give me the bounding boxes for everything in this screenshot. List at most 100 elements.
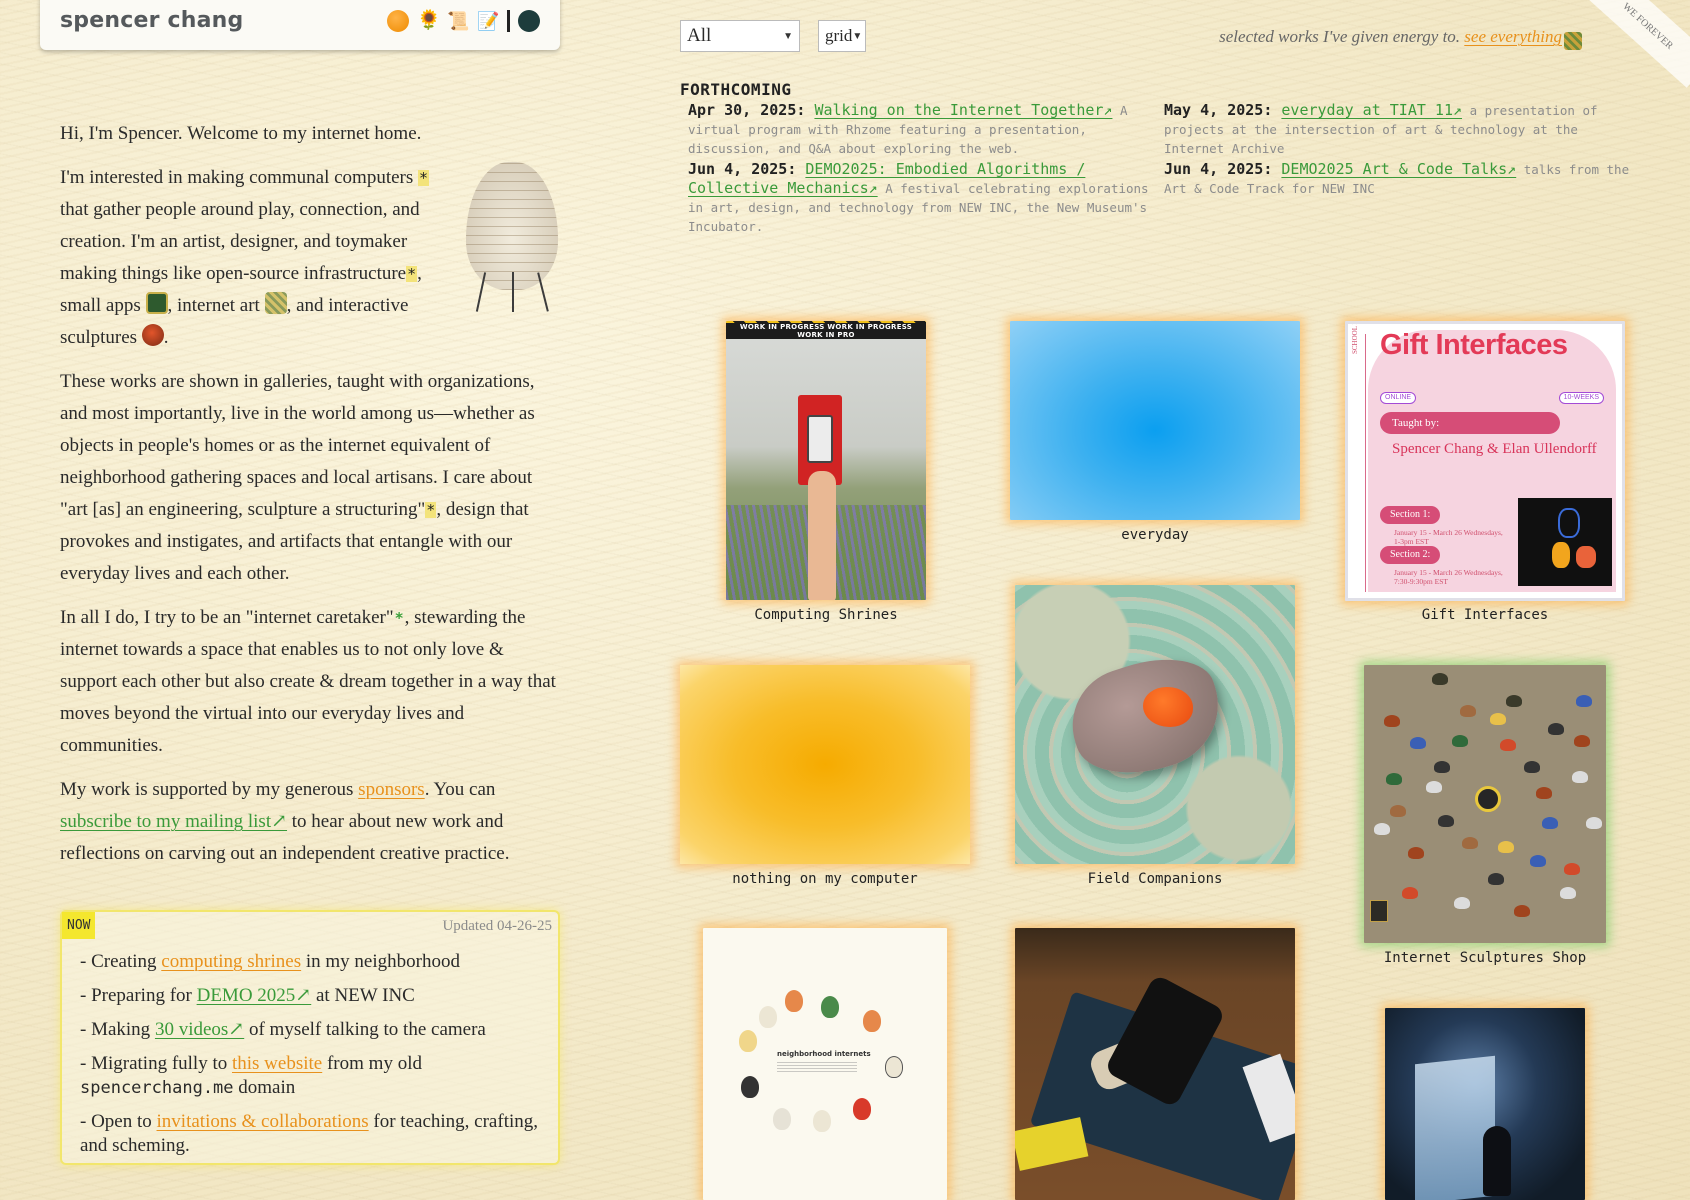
intro-text: . <box>163 327 169 348</box>
updated-date: Updated 04-26-25 <box>442 918 552 934</box>
intro-greeting: Hi, I'm Spencer. Welcome to my internet … <box>60 123 422 144</box>
neighborhood-internets-title: neighborhood internets <box>777 1050 871 1058</box>
now-item-text: at NEW INC <box>311 985 415 1006</box>
invitations-link[interactable]: invitations & collaborations <box>157 1111 369 1132</box>
this-website-link[interactable]: this website <box>232 1053 322 1074</box>
sculpture-icon[interactable] <box>141 324 164 346</box>
sponsors-link[interactable]: sponsors <box>358 779 425 800</box>
yellow-book <box>1015 1117 1089 1171</box>
now-item: - Making 30 videos↗ of myself talking to… <box>80 1018 546 1042</box>
intro-text: , internet art <box>167 295 265 316</box>
footnote-star[interactable]: * <box>394 610 405 626</box>
intro-text: I'm interested in making communal comput… <box>60 167 419 188</box>
category-filter-select[interactable]: All ▼ <box>680 20 800 52</box>
internet-sculptures-shop-thumbnail[interactable] <box>1364 665 1606 943</box>
paper-lamp-image <box>460 162 560 312</box>
old-domain: spencerchang.me <box>80 1078 234 1098</box>
intro-works: These works are shown in galleries, taug… <box>60 366 560 590</box>
intro: Hi, I'm Spencer. Welcome to my internet … <box>60 118 560 882</box>
desk-photo-thumbnail[interactable] <box>1015 928 1295 1200</box>
everyday-caption[interactable]: everyday <box>1010 527 1300 543</box>
installation-photo-thumbnail[interactable] <box>1385 1008 1585 1200</box>
footnote-star[interactable]: * <box>425 502 437 518</box>
intro-text: In all I do, I try to be an "internet ca… <box>60 607 394 628</box>
internet-sculptures-shop-caption[interactable]: Internet Sculptures Shop <box>1364 950 1606 966</box>
forthcoming-title: FORTHCOMING <box>680 80 792 99</box>
now-item-text: - Migrating fully to <box>80 1053 232 1074</box>
section-2-text: January 15 - March 26 Wednesdays, 7:30-9… <box>1394 568 1503 586</box>
orange-icon[interactable] <box>387 10 409 32</box>
now-list: - Creating computing shrines in my neigh… <box>80 950 546 1168</box>
field-companions-caption[interactable]: Field Companions <box>1015 871 1295 887</box>
body-text <box>777 1060 857 1072</box>
lamp-leg <box>512 272 514 312</box>
scroll-icon[interactable]: 📜 <box>447 10 469 32</box>
gift-interfaces-thumbnail[interactable]: SCHOOL FOR POETIC COMPUTATION Gift Inter… <box>1345 321 1625 601</box>
mailing-list-link[interactable]: subscribe to my mailing list↗ <box>60 811 287 832</box>
now-item-text: - Preparing for <box>80 985 197 1006</box>
event-link[interactable]: DEMO2025 Art & Code Talks↗ <box>1281 160 1516 178</box>
now-item-text: - Creating <box>80 951 162 972</box>
footnote-star[interactable]: * <box>406 266 418 282</box>
intro-text: These works are shown in galleries, taug… <box>60 371 535 520</box>
intro-text: that gather people around play, connecti… <box>60 199 420 284</box>
header-icons: 🌻 📜 📝 <box>387 10 540 32</box>
event-link[interactable]: everyday at TIAT 11↗ <box>1281 101 1462 119</box>
filter-value: All <box>687 25 712 46</box>
chevron-down-icon: ▼ <box>852 30 863 42</box>
weeks-pill: 10-WEEKS <box>1558 392 1604 404</box>
event-date: May 4, 2025 <box>1164 101 1264 119</box>
gift-title: Gift Interfaces <box>1380 329 1568 361</box>
footnote-star[interactable]: * <box>418 170 430 186</box>
section-1-text: January 15 - March 26 Wednesdays, 1-3pm … <box>1394 528 1503 546</box>
tagline: selected works I've given energy to. see… <box>1219 27 1562 47</box>
memo-icon[interactable]: 📝 <box>477 10 499 32</box>
art-icon <box>1564 32 1582 50</box>
small-app-icon[interactable] <box>145 292 168 314</box>
now-box: NOW Updated 04-26-25 - Creating computin… <box>60 910 560 1165</box>
now-item-text: - Open to <box>80 1111 157 1132</box>
event-item: May 4, 2025: everyday at TIAT 11↗ a pres… <box>1164 101 1598 156</box>
forthcoming-events: Apr 30, 2025: Walking on the Internet To… <box>688 101 1648 236</box>
now-item-text: from my old <box>322 1053 422 1074</box>
site-name[interactable]: spencer chang <box>60 8 243 33</box>
event-link[interactable]: Walking on the Internet Together↗ <box>814 101 1112 119</box>
work-in-progress-banner: WORK IN PROGRESS WORK IN PROGRESS WORK I… <box>726 323 926 339</box>
everyday-thumbnail[interactable] <box>1010 321 1300 520</box>
view-mode-select[interactable]: grid ▼ <box>818 20 866 52</box>
now-tag: NOW <box>62 912 96 939</box>
see-everything-link[interactable]: see everything <box>1464 27 1562 46</box>
intro-text: , stewarding the internet towards a spac… <box>60 607 556 756</box>
neighborhood-internets-thumbnail[interactable]: neighborhood internets <box>703 928 947 1200</box>
videos-link[interactable]: 30 videos↗ <box>155 1019 244 1040</box>
gift-side-text: SCHOOL FOR POETIC COMPUTATION <box>1351 324 1359 354</box>
section-2: Section 2: <box>1380 546 1440 564</box>
shop-center-badge <box>1475 786 1501 812</box>
header-divider <box>507 10 510 32</box>
computing-shrines-thumbnail[interactable]: WORK IN PROGRESS WORK IN PROGRESS WORK I… <box>726 321 926 600</box>
tagline-text: selected works I've given energy to. <box>1219 27 1461 46</box>
nothing-on-my-computer-thumbnail[interactable] <box>680 665 970 864</box>
now-item: - Migrating fully to this website from m… <box>80 1052 546 1100</box>
lamp-shade <box>466 162 558 290</box>
now-item-text: domain <box>233 1077 296 1098</box>
gift-side-label: SCHOOL FOR POETIC COMPUTATION <box>1350 324 1366 592</box>
event-date: Apr 30, 2025 <box>688 101 797 119</box>
orange-blob <box>1143 687 1193 727</box>
field-companions-thumbnail[interactable] <box>1015 585 1295 864</box>
gift-interfaces-caption[interactable]: Gift Interfaces <box>1345 607 1625 623</box>
now-item-text: in my neighborhood <box>301 951 460 972</box>
sunflower-icon[interactable]: 🌻 <box>417 10 441 32</box>
chevron-down-icon: ▼ <box>783 30 793 42</box>
nothing-on-my-computer-caption[interactable]: nothing on my computer <box>680 871 970 887</box>
computing-shrines-caption[interactable]: Computing Shrines <box>726 607 926 623</box>
computing-shrines-link[interactable]: computing shrines <box>161 951 301 972</box>
dark-mode-icon[interactable] <box>518 10 540 32</box>
now-item: - Creating computing shrines in my neigh… <box>80 950 546 974</box>
now-item: - Preparing for DEMO 2025↗ at NEW INC <box>80 984 546 1008</box>
event-item: Jun 4, 2025: DEMO2025 Art & Code Talks↗ … <box>1164 160 1630 196</box>
internet-art-icon[interactable] <box>264 292 287 314</box>
demo-2025-link[interactable]: DEMO 2025↗ <box>197 985 312 1006</box>
intro-text: . You can <box>424 779 496 800</box>
phone <box>807 415 833 463</box>
